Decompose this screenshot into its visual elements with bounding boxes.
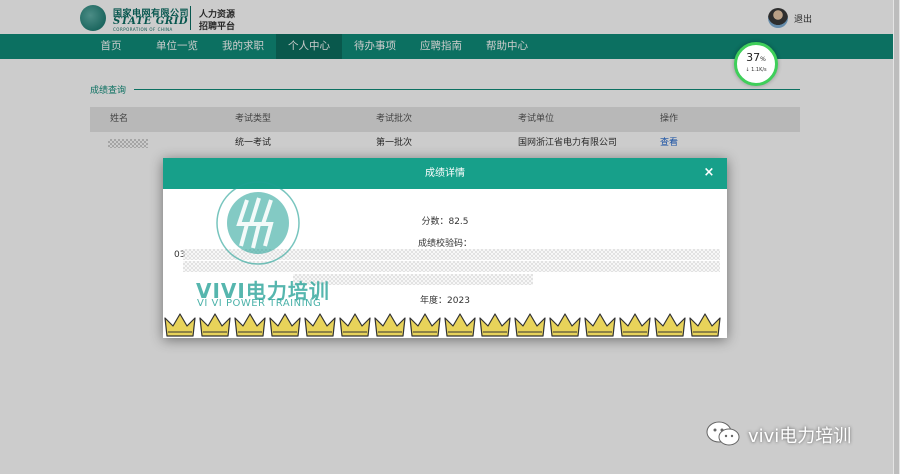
crown-decoration	[164, 313, 721, 337]
wechat-account-label: vivi电力培训	[748, 426, 852, 447]
wechat-icon	[706, 421, 740, 446]
vivi-watermark-logo-icon	[216, 181, 300, 265]
close-icon[interactable]: ×	[701, 165, 717, 181]
watermark-subtext: VI VI POWER TRAINING	[197, 298, 322, 309]
network-speed-widget[interactable]: 37% ↓ 1.1K/s	[734, 42, 778, 86]
scrollbar-thumb[interactable]	[894, 0, 899, 474]
speed-rate: ↓ 1.1K/s	[745, 67, 767, 73]
speed-percent: 37%	[746, 51, 766, 64]
